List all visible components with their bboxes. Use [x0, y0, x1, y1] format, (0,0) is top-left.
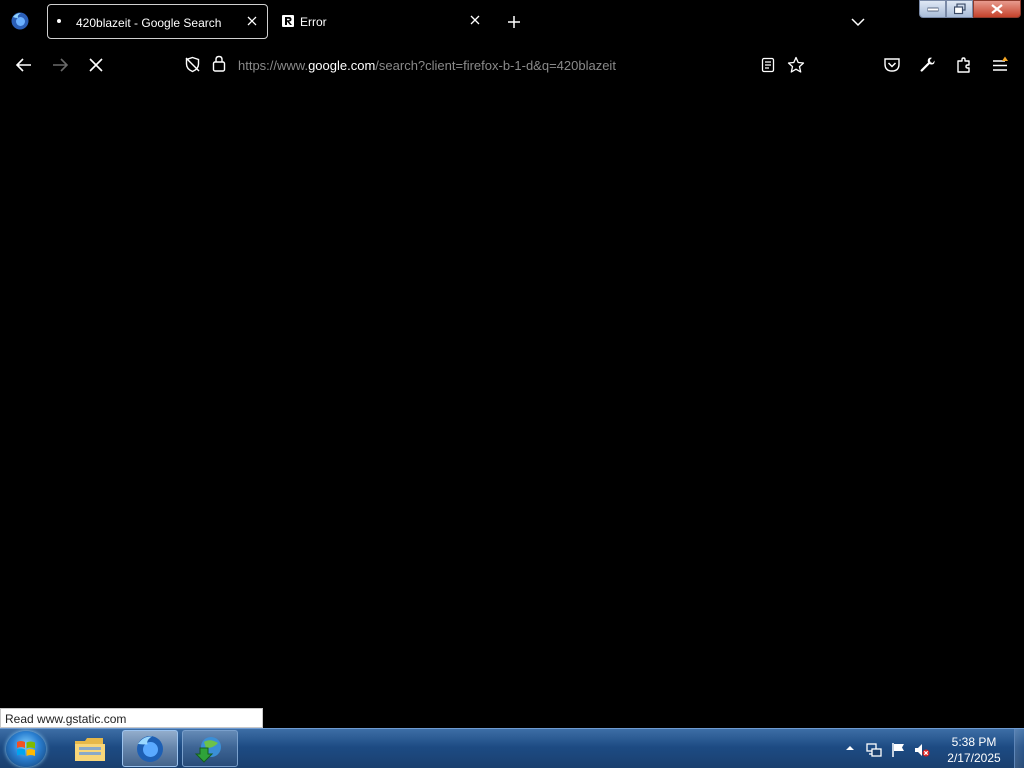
internet-download-manager-icon	[194, 736, 221, 763]
lock-icon[interactable]	[212, 55, 226, 72]
url-text[interactable]: https://www.google.com/search?client=fir…	[238, 58, 616, 73]
tab-strip: 420blazeit - Google Search Error	[0, 0, 1024, 44]
screen: 420blazeit - Google Search Error https:/…	[0, 0, 1024, 768]
navigation-toolbar: https://www.google.com/search?client=fir…	[0, 44, 1024, 86]
chevron-down-icon[interactable]	[850, 14, 866, 30]
close-tab-icon[interactable]	[245, 14, 259, 28]
status-panel: Read www.gstatic.com	[0, 708, 263, 728]
close-icon	[991, 4, 1003, 14]
page-content-area[interactable]	[0, 86, 1024, 728]
tab-error[interactable]: Error	[272, 4, 490, 39]
stop-loading-icon[interactable]	[87, 56, 105, 74]
restore-button[interactable]	[946, 0, 973, 18]
minimize-button[interactable]	[919, 0, 946, 18]
url-prefix: https://www.	[238, 58, 309, 73]
action-center-flag-icon[interactable]	[891, 742, 907, 758]
taskbar-firefox-button[interactable]	[122, 730, 178, 767]
bookmark-star-icon[interactable]	[787, 56, 805, 74]
show-desktop-button[interactable]	[1014, 729, 1024, 768]
system-clock[interactable]: 5:38 PM 2/17/2025	[936, 734, 1012, 766]
restore-icon	[953, 3, 966, 15]
pocket-icon[interactable]	[883, 56, 901, 74]
network-icon[interactable]	[866, 742, 882, 758]
wrench-icon[interactable]	[919, 56, 937, 74]
plus-icon[interactable]	[506, 14, 522, 30]
start-button[interactable]	[6, 731, 46, 767]
close-window-button[interactable]	[973, 0, 1021, 18]
taskbar-explorer-button[interactable]	[62, 730, 118, 767]
windows-explorer-icon	[75, 737, 105, 761]
tab-title: Error	[300, 15, 327, 29]
loading-indicator-icon	[57, 19, 61, 23]
r-letter-icon	[282, 15, 294, 27]
forward-arrow-icon[interactable]	[51, 56, 69, 74]
taskbar: 5:38 PM 2/17/2025	[0, 728, 1024, 768]
extensions-puzzle-icon[interactable]	[955, 56, 973, 74]
firefox-icon[interactable]	[10, 11, 30, 31]
tab-google-search[interactable]: 420blazeit - Google Search	[47, 4, 268, 39]
volume-muted-icon[interactable]	[914, 742, 930, 758]
close-tab-icon[interactable]	[468, 13, 482, 27]
taskbar-idm-button[interactable]	[182, 730, 238, 767]
firefox-icon	[137, 735, 163, 762]
windows-logo-icon	[17, 741, 35, 756]
status-text: Read www.gstatic.com	[5, 712, 127, 726]
clock-time: 5:38 PM	[951, 735, 997, 749]
url-path: /search?client=firefox-b-1-d&q=420blazei…	[375, 58, 616, 73]
clock-date: 2/17/2025	[947, 751, 1001, 765]
tracking-protection-shield-icon[interactable]	[184, 56, 201, 73]
menu-hamburger-icon[interactable]	[991, 56, 1009, 74]
tab-title: 420blazeit - Google Search	[76, 16, 222, 30]
show-hidden-icons-arrow[interactable]	[845, 743, 855, 753]
back-arrow-icon[interactable]	[15, 56, 33, 74]
minimize-icon	[927, 7, 938, 12]
reader-view-icon[interactable]	[761, 57, 775, 73]
url-domain: google.com	[308, 58, 376, 73]
url-bar[interactable]: https://www.google.com/search?client=fir…	[178, 50, 818, 80]
